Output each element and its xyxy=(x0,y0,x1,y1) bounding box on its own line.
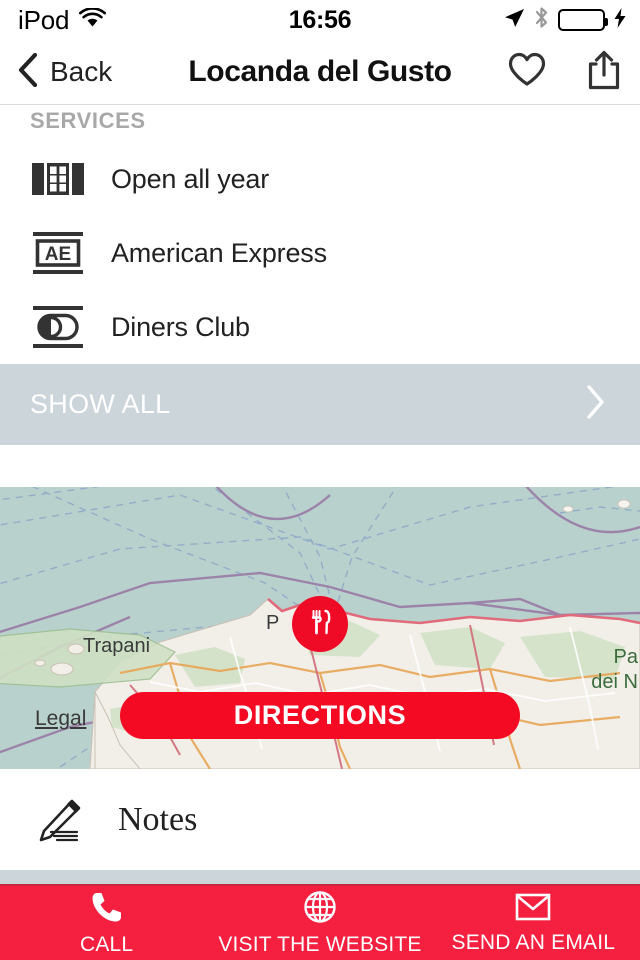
map-label-trapani: Trapani xyxy=(83,635,151,657)
location-arrow-icon xyxy=(503,7,525,34)
services-list: Open all year AE American Express Diners… xyxy=(0,142,640,364)
map-label-park: Pa dei N xyxy=(591,645,638,695)
visit-website-label: VISIT THE WEBSITE xyxy=(218,932,422,956)
list-item[interactable]: AE American Express xyxy=(0,216,640,290)
send-email-button[interactable]: SEND AN EMAIL xyxy=(427,886,640,960)
status-bar-right xyxy=(503,6,626,34)
battery-full-icon xyxy=(558,9,608,31)
notes-label: Notes xyxy=(118,800,198,838)
call-label: CALL xyxy=(79,932,134,956)
page-title: Locanda del Gusto xyxy=(188,55,452,88)
phone-icon xyxy=(90,890,124,929)
list-item[interactable]: Open all year xyxy=(0,142,640,216)
section-spacer xyxy=(0,870,640,885)
show-all-label: SHOW ALL xyxy=(30,389,171,419)
globe-icon xyxy=(303,890,337,929)
heart-icon[interactable] xyxy=(508,52,546,92)
back-button[interactable]: Back xyxy=(18,52,113,92)
list-item[interactable]: Diners Club xyxy=(0,290,640,364)
directions-label: DIRECTIONS xyxy=(233,700,407,730)
visit-website-button[interactable]: VISIT THE WEBSITE xyxy=(213,886,426,960)
restaurant-map-pin[interactable] xyxy=(292,596,348,652)
svg-text:AE: AE xyxy=(45,244,71,265)
share-icon[interactable] xyxy=(586,50,622,95)
lightning-bolt-icon xyxy=(614,7,626,33)
status-bar: iPod 16:56 xyxy=(0,0,640,40)
navigation-bar: Back Locanda del Gusto xyxy=(0,40,640,105)
show-all-button[interactable]: SHOW ALL xyxy=(0,364,640,445)
call-button[interactable]: CALL xyxy=(0,886,213,960)
notes-row[interactable]: Notes xyxy=(0,769,640,870)
restaurant-fork-knife-icon xyxy=(305,607,335,642)
map-label-palermo: P xyxy=(266,612,280,634)
map-label-park-line2: dei N xyxy=(591,671,638,693)
chevron-left-icon xyxy=(18,52,38,92)
app-screen: iPod 16:56 Back Locanda del Gusto SERVIC… xyxy=(0,0,640,960)
amex-card-icon: AE xyxy=(28,230,88,276)
pencil-write-icon xyxy=(28,796,88,844)
map-legal-link[interactable]: Legal xyxy=(35,707,86,731)
list-item-label: American Express xyxy=(111,237,327,268)
envelope-icon xyxy=(515,892,551,927)
map-label-park-line1: Pa xyxy=(613,646,638,668)
diners-club-card-icon xyxy=(28,304,88,350)
back-label: Back xyxy=(50,56,113,87)
list-item-label: Open all year xyxy=(111,163,269,194)
bottom-toolbar: CALL VISIT THE WEBSITE SEND AN EMAIL xyxy=(0,886,640,960)
navigation-actions xyxy=(508,50,622,95)
send-email-label: SEND AN EMAIL xyxy=(451,930,616,954)
bluetooth-icon xyxy=(534,6,549,34)
list-item-label: Diners Club xyxy=(111,311,250,342)
chevron-right-icon xyxy=(585,385,605,424)
directions-button[interactable]: DIRECTIONS xyxy=(120,692,520,739)
services-section-header: SERVICES xyxy=(30,108,146,133)
calendar-icon xyxy=(28,159,88,199)
